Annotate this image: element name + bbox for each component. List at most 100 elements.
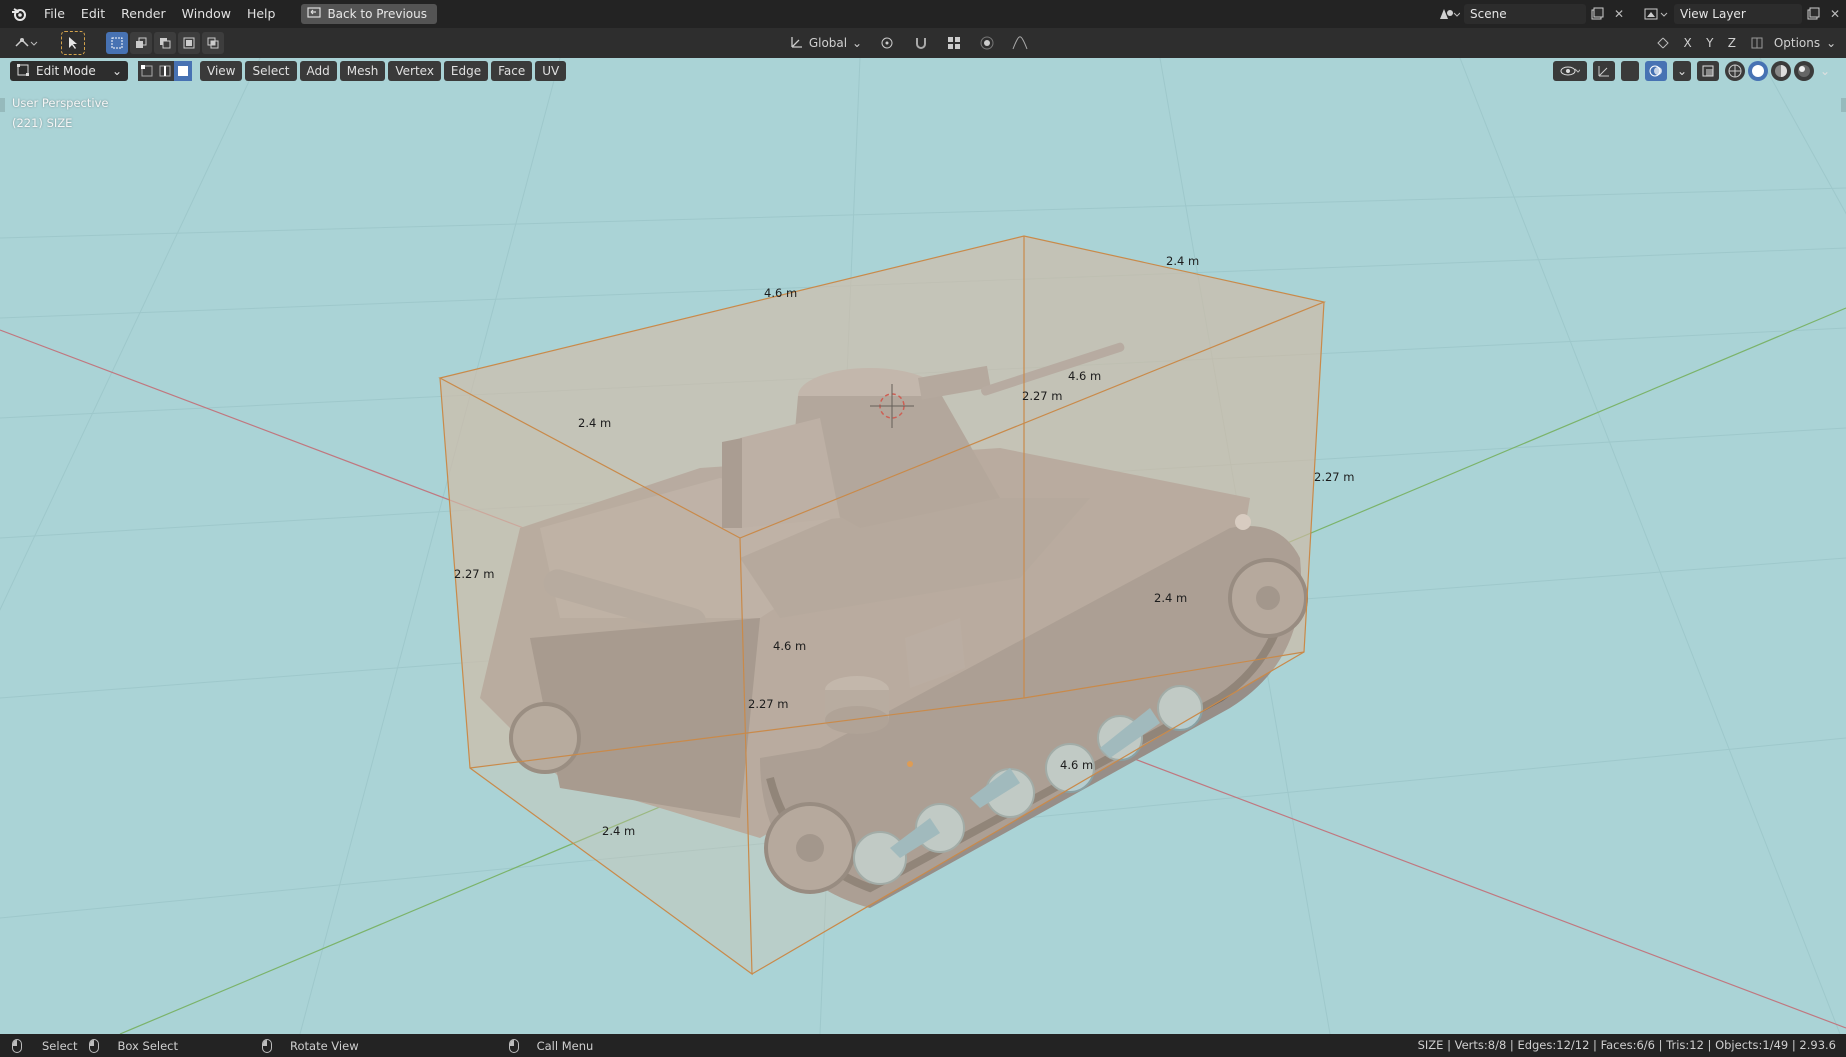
view-menu[interactable]: View (200, 61, 243, 81)
new-view-layer-icon[interactable] (1802, 4, 1824, 24)
back-screen-icon (307, 6, 322, 22)
back-to-previous-button[interactable]: Back to Previous (301, 4, 437, 24)
middle-mouse-icon (262, 1038, 272, 1053)
dimension-label: 4.6 m (1068, 369, 1102, 383)
uv-menu[interactable]: UV (535, 61, 567, 81)
dimension-label: 2.27 m (454, 567, 495, 581)
select-mode-invert-icon[interactable] (178, 32, 200, 54)
status-call-menu-hint: Call Menu (508, 1038, 594, 1053)
rendered-shading-icon[interactable] (1794, 61, 1814, 81)
scene-selector-icon[interactable] (1434, 4, 1464, 24)
view-layer-name-field[interactable]: View Layer (1674, 4, 1802, 24)
dimension-label: 2.27 m (748, 697, 789, 711)
dimension-label: 2.4 m (578, 416, 612, 430)
status-select-hint: Select (12, 1038, 78, 1053)
dimension-label: 2.27 m (1314, 470, 1355, 484)
edge-menu[interactable]: Edge (443, 61, 489, 81)
topology-mirror-icon[interactable] (1746, 32, 1768, 54)
select-mode-intersect-icon[interactable] (202, 32, 224, 54)
select-hint-label: Select (42, 1038, 78, 1053)
chevron-down-icon[interactable]: ⌄ (1817, 61, 1833, 81)
transform-orientation-dropdown[interactable]: Global ⌄ (786, 32, 866, 54)
viewport-header: Edit Mode ⌄ View Select Add Mesh Vertex … (0, 58, 1846, 84)
face-select-mode-icon[interactable] (174, 61, 192, 81)
vertex-select-mode-icon[interactable] (138, 61, 156, 81)
visibility-eye-icon[interactable] (1553, 61, 1587, 81)
chevron-down-icon: ⌄ (111, 64, 122, 78)
proportional-editing-icon[interactable] (976, 32, 998, 54)
gizmo-dropdown-icon[interactable] (1621, 61, 1639, 81)
status-rotate-view-hint: Rotate View (262, 1038, 359, 1053)
menu-help[interactable]: Help (239, 0, 284, 28)
view-name-label: User Perspective (12, 96, 109, 110)
object-info-label: (221) SIZE (12, 116, 73, 130)
left-mouse-icon (12, 1038, 22, 1053)
mirror-z-toggle[interactable]: Z (1723, 32, 1740, 54)
xray-toggle-icon[interactable] (1697, 61, 1719, 81)
select-mode-extend-icon[interactable] (130, 32, 152, 54)
mirror-x-toggle[interactable]: X (1679, 32, 1696, 54)
select-mode-new-icon[interactable] (106, 32, 128, 54)
falloff-curve-icon[interactable] (1006, 32, 1034, 54)
mirror-y-toggle[interactable]: Y (1701, 32, 1718, 54)
chevron-down-icon[interactable]: ⌄ (1673, 61, 1691, 81)
add-menu[interactable]: Add (299, 61, 337, 81)
select-tool-icon[interactable] (61, 31, 85, 55)
orientation-axes-icon (790, 35, 804, 52)
orientation-label: Global (808, 36, 848, 50)
edge-select-mode-icon[interactable] (156, 61, 174, 81)
menu-window[interactable]: Window (174, 0, 239, 28)
toolbar-collapse-handle[interactable] (0, 98, 5, 112)
pivot-point-icon[interactable] (874, 32, 902, 54)
overlays-toggle-icon[interactable] (1645, 61, 1667, 81)
blender-logo-icon[interactable] (10, 5, 28, 23)
face-menu[interactable]: Face (491, 61, 533, 81)
tool-header: Global ⌄ X Y Z Options ⌄ (0, 28, 1846, 58)
scene-name-field[interactable]: Scene (1464, 4, 1586, 24)
dimension-label: 4.6 m (773, 639, 807, 653)
select-menu[interactable]: Select (245, 61, 297, 81)
view-layer-selector-icon[interactable] (1638, 4, 1674, 24)
chevron-down-icon: ⌄ (851, 36, 862, 50)
back-to-previous-label: Back to Previous (327, 7, 427, 21)
options-label: Options (1773, 36, 1821, 50)
remove-scene-icon[interactable]: ✕ (1608, 4, 1630, 24)
dimension-label: 2.4 m (1154, 591, 1188, 605)
dimension-label: 2.4 m (1166, 254, 1200, 268)
snap-toggle-icon[interactable] (910, 32, 932, 54)
scene-statistics: SIZE | Verts:8/8 | Edges:12/12 | Faces:6… (1417, 1038, 1836, 1052)
wireframe-shading-icon[interactable] (1725, 61, 1745, 81)
status-bar: Select Box Select Rotate View Call Menu … (0, 1034, 1846, 1057)
menu-file[interactable]: File (36, 0, 73, 28)
dimension-label: 2.27 m (1022, 389, 1063, 403)
3d-viewport[interactable]: User Perspective (221) SIZE 2.4 m 4.6 m … (0, 58, 1846, 1034)
dimension-label: 4.6 m (1060, 758, 1094, 772)
material-preview-shading-icon[interactable] (1771, 61, 1791, 81)
right-mouse-icon (508, 1038, 519, 1053)
viewport-scene (0, 58, 1846, 1034)
call-menu-hint-label: Call Menu (536, 1038, 594, 1053)
mesh-menu[interactable]: Mesh (339, 61, 386, 81)
solid-shading-icon[interactable] (1748, 61, 1768, 81)
mode-dropdown[interactable]: Edit Mode ⌄ (10, 61, 128, 81)
menu-render[interactable]: Render (113, 0, 174, 28)
vertex-menu[interactable]: Vertex (388, 61, 441, 81)
mode-label: Edit Mode (36, 64, 96, 78)
box-select-hint-label: Box Select (117, 1038, 178, 1053)
rotate-view-hint-label: Rotate View (290, 1038, 359, 1053)
menu-edit[interactable]: Edit (73, 0, 113, 28)
dimension-label: 4.6 m (764, 286, 798, 300)
select-mode-subtract-icon[interactable] (154, 32, 176, 54)
remove-view-layer-icon[interactable]: ✕ (1824, 4, 1846, 24)
left-mouse-drag-icon (89, 1038, 100, 1053)
chevron-down-icon: ⌄ (1826, 36, 1837, 50)
snap-increment-icon[interactable] (940, 32, 968, 54)
new-scene-icon[interactable] (1586, 4, 1608, 24)
gizmo-toggle-icon[interactable] (1593, 61, 1615, 81)
status-box-select-hint: Box Select (89, 1038, 178, 1053)
editor-type-icon[interactable] (10, 32, 44, 54)
sidebar-collapse-handle[interactable] (1841, 98, 1846, 112)
options-dropdown[interactable]: Options ⌄ (1774, 32, 1836, 54)
top-menu-bar: File Edit Render Window Help Back to Pre… (0, 0, 1846, 28)
mirror-butterfly-icon[interactable] (1651, 32, 1674, 54)
